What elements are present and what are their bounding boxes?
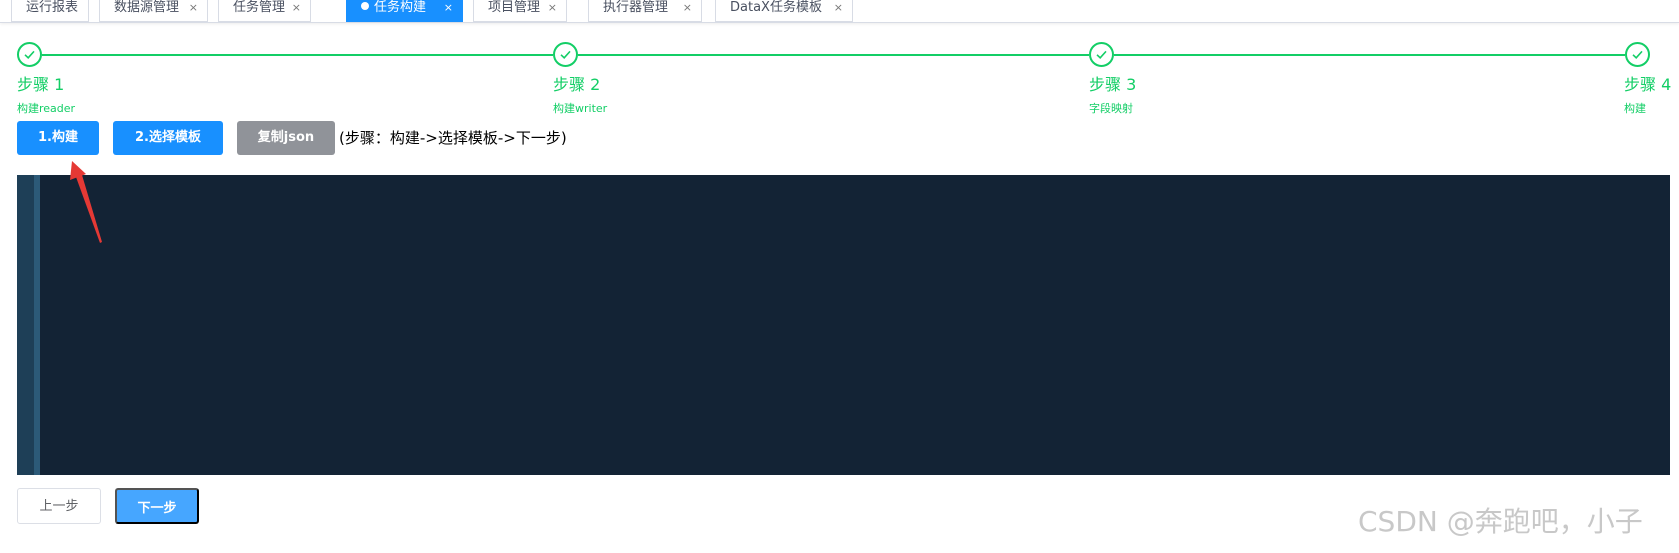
tab-datax-template[interactable]: DataX任务模板 × [715, 0, 853, 22]
editor-gutter-border [34, 175, 40, 475]
close-icon[interactable]: × [444, 0, 453, 18]
tab-label: 执行器管理 [603, 0, 669, 15]
tab-job-build[interactable]: 任务构建 × [346, 0, 463, 22]
step-connector [578, 54, 1089, 56]
step-3-description: 字段映射 [1089, 102, 1133, 115]
close-icon[interactable]: × [683, 0, 692, 18]
step-4-description: 构建 [1624, 102, 1646, 115]
tags-view-bar: 运行报表 数据源管理 × 任务管理 × 任务构建 × 项目管理 × 执行器管理 … [0, 0, 1679, 23]
steps: 步骤 1 构建reader 步骤 2 构建writer 步骤 3 字段映射 步骤… [0, 40, 1679, 120]
tab-job-manage[interactable]: 任务管理 × [218, 0, 311, 22]
csdn-watermark: CSDN @奔跑吧，小子 [1358, 505, 1643, 538]
editor-gutter [17, 175, 34, 475]
tab-label: 运行报表 [26, 0, 79, 15]
tab-datasource[interactable]: 数据源管理 × [99, 0, 208, 22]
tab-executor-manage[interactable]: 执行器管理 × [588, 0, 702, 22]
step-3-check-icon [1089, 42, 1114, 67]
step-hint: (步骤：构建->选择模板->下一步) [339, 129, 567, 147]
close-icon[interactable]: × [292, 0, 301, 18]
step-2-title: 步骤 2 [553, 75, 601, 94]
json-editor[interactable] [17, 175, 1670, 475]
step-2-description: 构建writer [553, 102, 608, 115]
close-icon[interactable]: × [834, 0, 843, 18]
tab-project-manage[interactable]: 项目管理 × [473, 0, 567, 22]
tab-label: DataX任务模板 [730, 0, 822, 15]
step-4-check-icon [1625, 42, 1650, 67]
tab-label: 项目管理 [488, 0, 541, 15]
step-1-description: 构建reader [17, 102, 76, 115]
tab-run-report[interactable]: 运行报表 [11, 0, 89, 22]
red-arrow-annotation-icon [70, 161, 102, 243]
close-icon[interactable]: × [189, 0, 198, 18]
step-connector [1114, 54, 1625, 56]
tab-label: 任务管理 [233, 0, 286, 15]
build-button[interactable]: 1.构建 [17, 121, 99, 155]
tab-label: 数据源管理 [114, 0, 180, 15]
step-3-title: 步骤 3 [1089, 75, 1137, 94]
copy-json-button[interactable]: 复制json [237, 121, 335, 155]
step-1-title: 步骤 1 [17, 75, 65, 94]
step-4-title: 步骤 4 [1624, 75, 1672, 94]
close-icon[interactable]: × [548, 0, 557, 18]
step-1-check-icon [17, 42, 42, 67]
prev-step-button[interactable]: 上一步 [17, 488, 101, 524]
step-connector [42, 54, 553, 56]
step-2-check-icon [553, 42, 578, 67]
active-dot-icon [361, 2, 369, 10]
tab-label: 任务构建 [374, 0, 427, 15]
next-step-button[interactable]: 下一步 [115, 488, 199, 524]
select-template-button[interactable]: 2.选择模板 [113, 121, 223, 155]
